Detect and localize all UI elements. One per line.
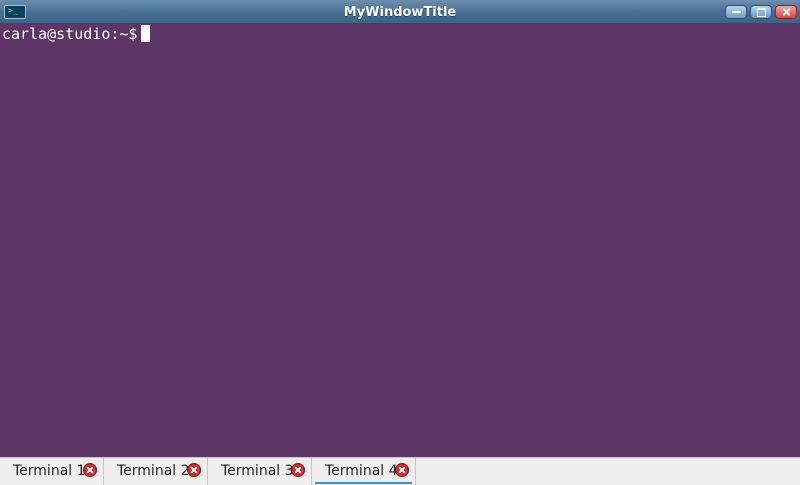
tab-label: Terminal 2 xyxy=(117,463,190,479)
close-button[interactable] xyxy=(775,5,797,19)
maximize-button[interactable] xyxy=(750,5,772,19)
close-circle-icon[interactable] xyxy=(83,463,97,477)
tab-label: Terminal 1 xyxy=(13,463,86,479)
tab-bar: Terminal 1 Terminal 2 Terminal 3 Termina… xyxy=(0,457,800,485)
tab-label: Terminal 3 xyxy=(221,463,294,479)
minimize-button[interactable] xyxy=(725,5,747,19)
terminal-window: >_ MyWindowTitle carla@studio:~$ Termina… xyxy=(0,0,800,485)
close-circle-icon[interactable] xyxy=(187,463,201,477)
tab-terminal-3[interactable]: Terminal 3 xyxy=(208,458,312,485)
active-tab-indicator xyxy=(315,482,412,484)
terminal-area[interactable]: carla@studio:~$ xyxy=(0,24,800,457)
tab-terminal-1[interactable]: Terminal 1 xyxy=(0,458,104,485)
tab-terminal-4[interactable]: Terminal 4 xyxy=(312,458,416,485)
minimize-icon xyxy=(726,6,746,18)
close-circle-icon[interactable] xyxy=(395,463,409,477)
maximize-icon xyxy=(751,6,771,18)
prompt-line: carla@studio:~$ xyxy=(2,24,151,44)
tab-label: Terminal 4 xyxy=(325,463,398,479)
window-title: MyWindowTitle xyxy=(343,5,457,20)
block-cursor xyxy=(141,25,151,42)
title-bar[interactable]: >_ MyWindowTitle xyxy=(0,0,800,24)
shell-prompt: carla@studio:~$ xyxy=(2,25,138,43)
tab-terminal-2[interactable]: Terminal 2 xyxy=(104,458,208,485)
close-icon xyxy=(776,6,796,18)
close-circle-icon[interactable] xyxy=(291,463,305,477)
